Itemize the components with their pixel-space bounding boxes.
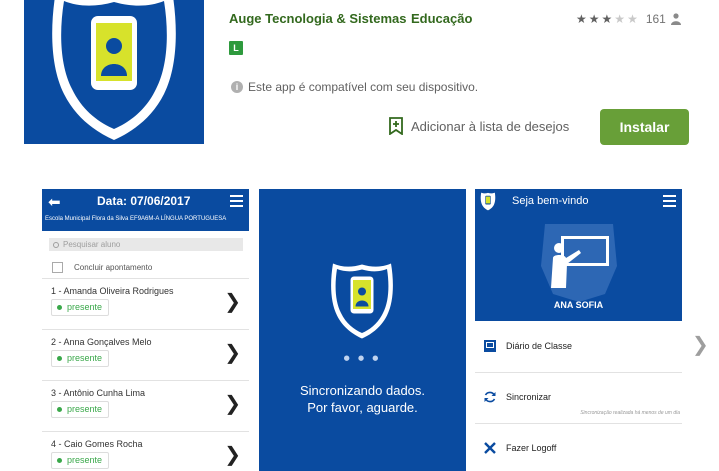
menu-item-logoff: Fazer Logoff (475, 424, 682, 471)
bookmark-add-icon (389, 117, 403, 135)
user-name: ANA SOFIA (553, 300, 604, 310)
date-title: Data: 07/06/2017 (97, 194, 191, 208)
check-icon (57, 458, 62, 463)
info-icon: i (231, 81, 243, 93)
next-screenshot-arrow[interactable]: ❯ (692, 332, 709, 356)
chevron-right-icon: ❯ (224, 289, 241, 313)
screenshot-welcome[interactable]: Seja bem-vindo ANA SOFIA Diário de Class… (475, 189, 682, 471)
shield-logo-icon (480, 192, 496, 211)
back-arrow-icon: ⬅ (48, 193, 61, 211)
student-name: 3 - Antônio Cunha Lima (51, 388, 146, 398)
sync-line-1: Sincronizando dados. (299, 383, 426, 398)
star-icon: ★ (588, 12, 600, 26)
star-empty-icon: ★ (627, 12, 638, 26)
content-rating-badge: L (229, 41, 243, 55)
star-empty-icon: ★ (614, 12, 626, 26)
sync-icon (484, 391, 496, 403)
conclude-label: Concluir apontamento (74, 263, 153, 272)
search-placeholder: Pesquisar aluno (63, 240, 121, 249)
student-row: 3 - Antônio Cunha Lima presente ❯ (42, 380, 249, 431)
conclude-checkbox (52, 262, 63, 273)
chevron-right-icon: ❯ (224, 442, 241, 466)
menu-item-diario: Diário de Classe (475, 322, 682, 373)
app-icon (24, 0, 204, 144)
status-label: presente (67, 353, 103, 363)
check-icon (57, 356, 62, 361)
install-button[interactable]: Instalar (600, 109, 689, 145)
check-icon (57, 407, 62, 412)
compatibility-notice: i Este app é compatível com seu disposit… (231, 79, 478, 95)
status-badge: presente (51, 299, 110, 316)
menu-item-label: Fazer Logoff (506, 443, 557, 453)
star-icon: ★ (601, 12, 613, 26)
student-search-field: Pesquisar aluno (49, 238, 243, 251)
wishlist-label: Adicionar à lista de desejos (411, 118, 570, 134)
hamburger-menu-icon (663, 195, 676, 210)
status-badge: presente (51, 452, 110, 469)
sync-note: Sincronização realizada há menos de um d… (580, 410, 680, 416)
category-link[interactable]: Educação (411, 11, 472, 26)
conclude-checkbox-row: Concluir apontamento (52, 262, 152, 273)
teacher-board-icon (541, 224, 617, 302)
menu-item-sincronizar: Sincronizar Sincronização realizada há m… (475, 373, 682, 424)
sync-line-2: Por favor, aguarde. (307, 400, 418, 415)
menu-item-label: Diário de Classe (506, 341, 573, 351)
hamburger-menu-icon (230, 195, 243, 210)
student-name: 4 - Caio Gomes Rocha (51, 439, 143, 449)
welcome-header: Seja bem-vindo ANA SOFIA (475, 189, 682, 321)
student-name: 2 - Anna Gonçalves Melo (51, 337, 152, 347)
shield-logo-icon (331, 263, 393, 339)
book-icon (484, 340, 496, 352)
menu-item-label: Sincronizar (506, 392, 552, 402)
loading-dots-icon: ● ● ● (343, 354, 382, 362)
chevron-right-icon: ❯ (224, 340, 241, 364)
rating-count: 161 (645, 12, 666, 26)
class-subheader: Escola Municipal Flora da Silva EF9A6M-A… (45, 216, 227, 222)
welcome-title: Seja bem-vindo (512, 195, 589, 207)
search-icon (53, 241, 59, 248)
status-badge: presente (51, 350, 110, 367)
status-label: presente (67, 404, 103, 414)
sync-message: Sincronizando dados. Por favor, aguarde. (259, 382, 466, 416)
star-icon: ★ (576, 12, 587, 26)
wishlist-button[interactable]: Adicionar à lista de desejos (389, 116, 569, 136)
developer-link[interactable]: Auge Tecnologia & Sistemas (229, 11, 406, 26)
chevron-right-icon: ❯ (224, 391, 241, 415)
student-name: 1 - Amanda Oliveira Rodrigues (51, 286, 174, 296)
student-row: 4 - Caio Gomes Rocha presente ❯ (42, 431, 249, 471)
status-badge: presente (51, 401, 110, 418)
student-row: 1 - Amanda Oliveira Rodrigues presente ❯ (42, 278, 249, 329)
attendance-header: ⬅ Data: 07/06/2017 Escola Municipal Flor… (42, 189, 249, 231)
rating: ★ ★ ★ ★ ★ 161 (576, 11, 681, 27)
status-label: presente (67, 302, 103, 312)
check-icon (57, 305, 62, 310)
student-row: 2 - Anna Gonçalves Melo presente ❯ (42, 329, 249, 380)
compatibility-text: Este app é compatível com seu dispositiv… (248, 80, 479, 94)
screenshot-attendance[interactable]: ⬅ Data: 07/06/2017 Escola Municipal Flor… (42, 189, 249, 471)
screenshot-sync[interactable]: ● ● ● Sincronizando dados. Por favor, ag… (259, 189, 466, 471)
shield-logo-icon (52, 0, 176, 140)
status-label: presente (67, 455, 103, 465)
person-icon (670, 13, 681, 25)
close-icon (484, 442, 496, 454)
